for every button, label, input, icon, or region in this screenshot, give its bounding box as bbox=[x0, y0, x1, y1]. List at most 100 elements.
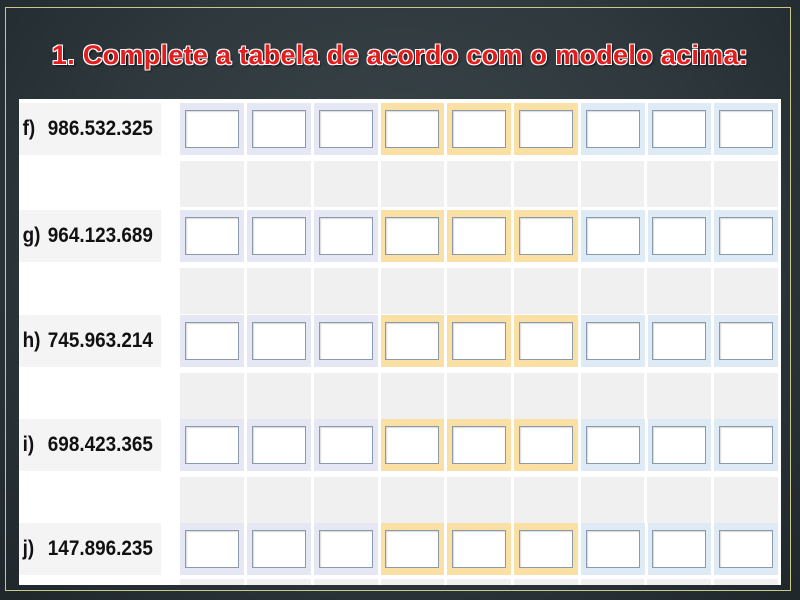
digit-input-box[interactable] bbox=[185, 530, 240, 568]
row-number: 698.423.365 bbox=[47, 433, 153, 456]
digit-input-box[interactable] bbox=[585, 426, 640, 464]
digit-input-box[interactable] bbox=[652, 217, 707, 255]
row-letter: j) bbox=[22, 537, 35, 560]
digit-cell bbox=[514, 523, 578, 575]
digit-cell bbox=[514, 315, 578, 367]
row-number: 986.532.325 bbox=[47, 117, 153, 140]
digit-input-box[interactable] bbox=[251, 322, 306, 360]
digit-input-box[interactable] bbox=[652, 530, 707, 568]
digit-cell bbox=[580, 103, 645, 155]
digit-cell bbox=[380, 315, 445, 367]
digit-input-box[interactable] bbox=[652, 426, 707, 464]
digit-input-box[interactable] bbox=[585, 217, 640, 255]
digit-input-box[interactable] bbox=[385, 322, 440, 360]
digit-input-box[interactable] bbox=[385, 530, 440, 568]
digit-input-box[interactable] bbox=[452, 110, 507, 148]
digit-cell bbox=[380, 210, 445, 262]
digit-input-box[interactable] bbox=[251, 426, 306, 464]
digit-cell bbox=[247, 419, 311, 471]
digit-input-box[interactable] bbox=[452, 530, 507, 568]
digit-input-box[interactable] bbox=[385, 217, 440, 255]
row-label: f) 986.532.325 bbox=[19, 103, 162, 155]
digit-cell bbox=[647, 315, 712, 367]
digit-cell bbox=[247, 210, 311, 262]
digit-input-box[interactable] bbox=[518, 530, 573, 568]
spacer-row bbox=[19, 579, 781, 585]
digit-input-box[interactable] bbox=[652, 322, 707, 360]
digit-input-box[interactable] bbox=[251, 217, 306, 255]
row-label: h) 745.963.214 bbox=[19, 315, 162, 367]
digit-cell bbox=[247, 315, 311, 367]
digit-cell bbox=[313, 103, 378, 155]
digit-input-box[interactable] bbox=[452, 322, 507, 360]
digit-cell bbox=[647, 103, 712, 155]
table-row: i) 698.423.365 bbox=[19, 419, 781, 471]
digit-cell bbox=[313, 210, 378, 262]
digit-cell bbox=[180, 523, 245, 575]
digit-input-box[interactable] bbox=[518, 426, 573, 464]
digit-input-box[interactable] bbox=[385, 110, 440, 148]
row-label: g) 964.123.689 bbox=[19, 210, 162, 262]
digit-input-box[interactable] bbox=[652, 110, 707, 148]
digit-input-box[interactable] bbox=[185, 426, 240, 464]
digit-input-box[interactable] bbox=[719, 217, 774, 255]
row-number: 964.123.689 bbox=[47, 224, 153, 247]
digit-input-box[interactable] bbox=[585, 322, 640, 360]
digit-cell bbox=[180, 210, 245, 262]
digit-input-box[interactable] bbox=[185, 217, 240, 255]
row-label: j) 147.896.235 bbox=[19, 523, 162, 575]
digit-cell bbox=[647, 523, 712, 575]
digit-cell bbox=[714, 419, 778, 471]
digit-cell bbox=[247, 103, 311, 155]
digit-input-box[interactable] bbox=[719, 322, 774, 360]
digit-input-box[interactable] bbox=[185, 110, 240, 148]
digit-cell bbox=[514, 210, 578, 262]
digit-input-box[interactable] bbox=[318, 530, 373, 568]
digit-input-box[interactable] bbox=[251, 530, 306, 568]
digit-cell bbox=[447, 210, 512, 262]
digit-cell bbox=[180, 419, 245, 471]
digit-input-box[interactable] bbox=[518, 217, 573, 255]
digit-cell bbox=[714, 315, 778, 367]
digit-cell bbox=[714, 210, 778, 262]
digit-input-box[interactable] bbox=[585, 110, 640, 148]
digit-input-box[interactable] bbox=[318, 322, 373, 360]
row-label: i) 698.423.365 bbox=[19, 419, 162, 471]
exercise-title: 1. Complete a tabela de acordo com o mod… bbox=[51, 40, 749, 70]
digit-input-box[interactable] bbox=[518, 110, 573, 148]
digit-cell bbox=[180, 315, 245, 367]
digit-cell bbox=[380, 419, 445, 471]
digit-input-box[interactable] bbox=[185, 322, 240, 360]
digit-input-box[interactable] bbox=[719, 426, 774, 464]
digit-input-box[interactable] bbox=[719, 110, 774, 148]
digit-cell bbox=[247, 523, 311, 575]
digit-input-box[interactable] bbox=[452, 426, 507, 464]
digit-cell bbox=[313, 315, 378, 367]
digit-input-box[interactable] bbox=[251, 110, 306, 148]
digit-cell bbox=[447, 315, 512, 367]
digit-input-box[interactable] bbox=[518, 322, 573, 360]
row-number: 147.896.235 bbox=[47, 537, 153, 560]
digit-cell bbox=[580, 210, 645, 262]
table-row: j) 147.896.235 bbox=[19, 523, 781, 575]
digit-cell bbox=[447, 419, 512, 471]
answer-table: f) 986.532.325 g) 964.123.689 h) 745.963… bbox=[19, 99, 781, 585]
spacer-row bbox=[19, 477, 781, 523]
digit-cell bbox=[380, 103, 445, 155]
digit-input-box[interactable] bbox=[719, 530, 774, 568]
table-row: g) 964.123.689 bbox=[19, 210, 781, 262]
row-letter: i) bbox=[22, 433, 35, 456]
table-row: f) 986.532.325 bbox=[19, 103, 781, 155]
digit-cell bbox=[580, 523, 645, 575]
digit-input-box[interactable] bbox=[318, 426, 373, 464]
digit-cell bbox=[514, 419, 578, 471]
digit-cell bbox=[714, 103, 778, 155]
digit-cell bbox=[647, 210, 712, 262]
row-number: 745.963.214 bbox=[47, 329, 153, 352]
digit-cell bbox=[447, 523, 512, 575]
digit-input-box[interactable] bbox=[385, 426, 440, 464]
digit-input-box[interactable] bbox=[452, 217, 507, 255]
digit-input-box[interactable] bbox=[318, 217, 373, 255]
digit-input-box[interactable] bbox=[318, 110, 373, 148]
digit-input-box[interactable] bbox=[585, 530, 640, 568]
